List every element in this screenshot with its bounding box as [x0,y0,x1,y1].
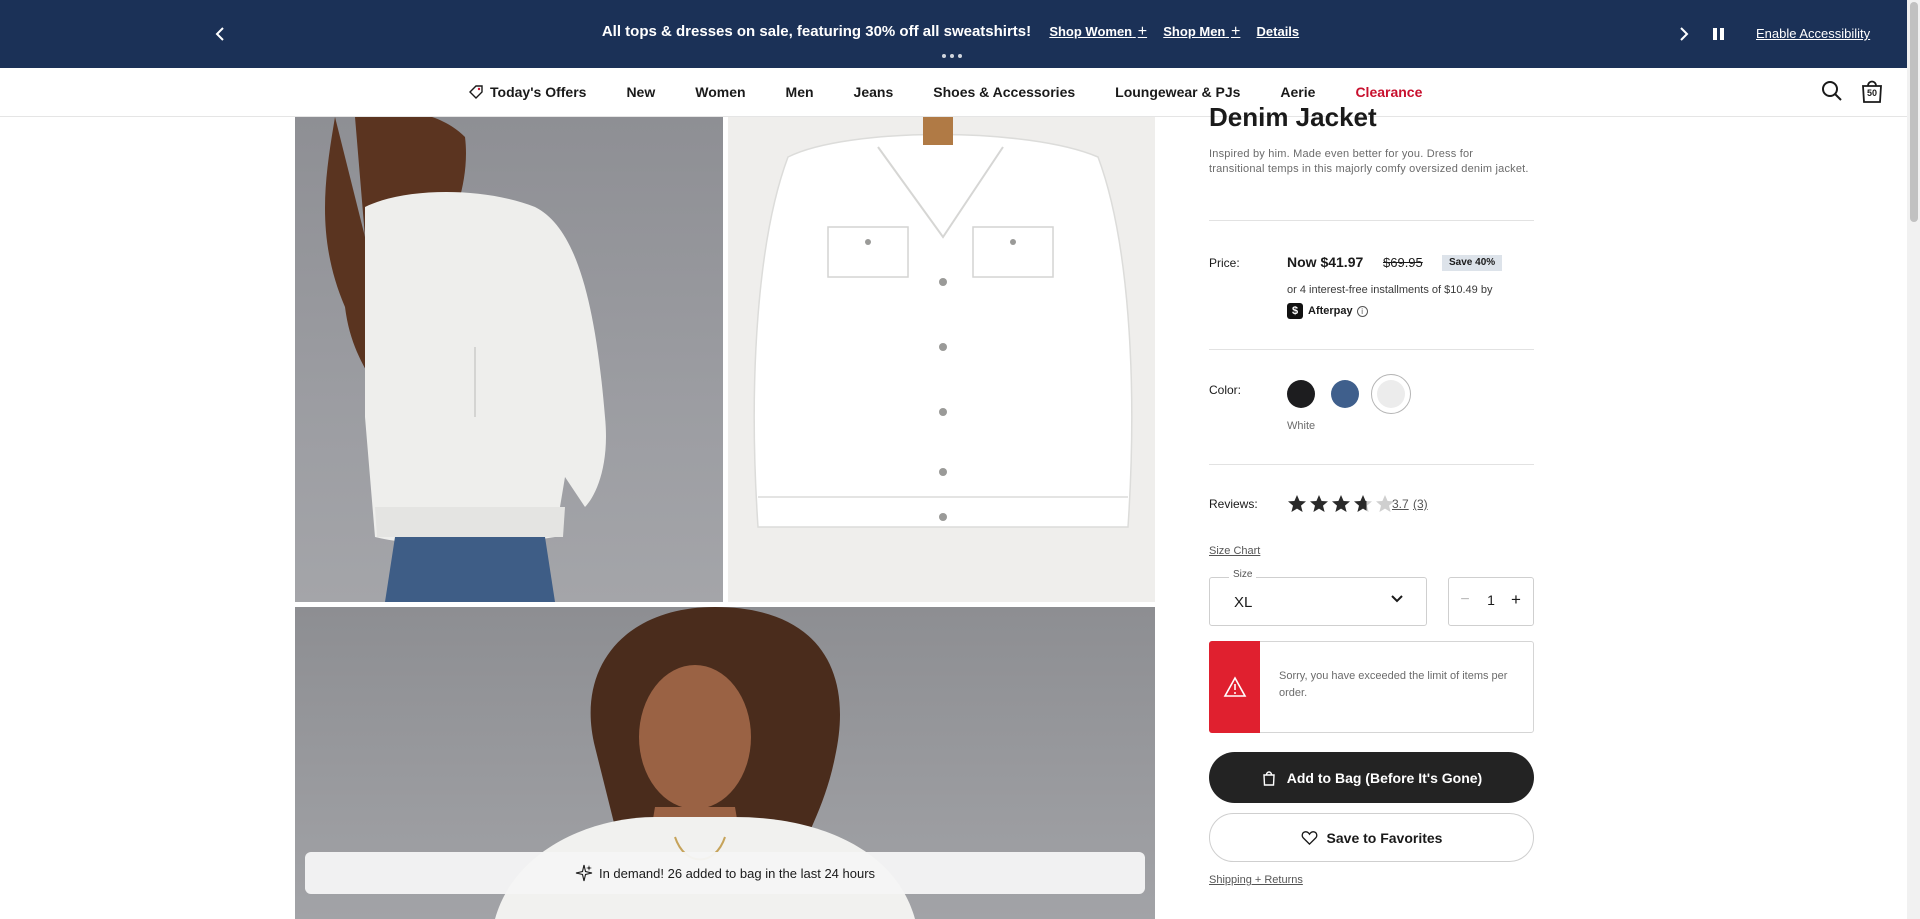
promo-text: All tops & dresses on sale, featuring 30… [601,23,1032,40]
jacket-front-illustration [728,117,1155,602]
save-badge: Save 40% [1442,255,1503,271]
star-icon [1332,495,1350,512]
nav-item-men[interactable]: Men [786,84,814,100]
quantity-decrease-button[interactable]: − [1457,591,1473,609]
save-to-favorites-label: Save to Favorites [1326,829,1443,846]
review-count[interactable]: (3) [1413,497,1428,511]
carousel-dot[interactable] [950,54,954,58]
size-chart-link[interactable]: Size Chart [1209,545,1260,557]
product-title: Denim Jacket [1209,102,1377,132]
shipping-returns-link[interactable]: Shipping + Returns [1209,874,1303,886]
add-to-bag-button[interactable]: Add to Bag (Before It's Gone) [1209,752,1534,803]
price-was: $69.95 [1383,255,1423,270]
product-description: Inspired by him. Made even better for yo… [1209,148,1529,175]
shopping-bag-button[interactable]: 50 [1859,78,1885,104]
nav-item-todays-offers[interactable]: Today's Offers [468,84,586,100]
divider [1209,464,1534,465]
size-value: XL [1234,594,1253,611]
product-image-back[interactable] [295,117,723,602]
divider [1209,349,1534,350]
promo-carousel-dots [942,54,962,58]
pause-icon [1712,28,1717,40]
product-image-front[interactable] [728,117,1155,602]
heart-icon [1301,831,1317,846]
nav-item-shoes-accessories[interactable]: Shoes & Accessories [933,84,1075,100]
color-swatch-blue[interactable] [1331,380,1359,408]
chevron-down-icon [1391,595,1403,603]
in-demand-banner: In demand! 26 added to bag in the last 2… [305,852,1145,894]
warning-icon [1223,676,1246,697]
plus-icon: + [1231,23,1241,40]
shop-men-link[interactable]: Shop Men + [1163,23,1241,40]
divider [1209,220,1534,221]
bag-count: 50 [1866,88,1877,98]
search-icon[interactable] [1820,79,1844,103]
color-swatch-black[interactable] [1287,380,1315,408]
promo-message: All tops & dresses on sale, featuring 30… [0,23,1907,41]
error-message: Sorry, you have exceeded the limit of it… [1279,670,1508,699]
scrollbar[interactable] [1907,0,1920,919]
main-navigation: Today's Offers New Women Men Jeans Shoes… [0,68,1907,117]
price-label: Price: [1209,256,1240,270]
in-demand-text: In demand! 26 added to bag in the last 2… [598,865,876,881]
chevron-right-icon [1680,27,1689,41]
selected-color-name: White [1287,420,1316,432]
details-link[interactable]: Details [1257,24,1300,39]
promo-next-button[interactable] [1672,22,1696,46]
price-now: Now $41.97 [1287,254,1364,270]
shop-men-label: Shop Men [1163,24,1226,39]
star-icon [1288,495,1306,512]
afterpay-icon: $ [1287,303,1303,319]
nav-item-loungewear-pjs[interactable]: Loungewear & PJs [1115,84,1240,100]
afterpay-brand: Afterpay [1308,305,1353,317]
shop-women-label: Shop Women [1049,24,1133,39]
nav-item-women[interactable]: Women [695,84,745,100]
review-score[interactable]: 3.7 [1392,497,1409,511]
star-icon [1354,495,1372,512]
quantity-value[interactable]: 1 [1484,592,1498,608]
carousel-dot[interactable] [958,54,962,58]
nav-item-new[interactable]: New [626,84,655,100]
afterpay-installments: or 4 interest-free installments of $10.4… [1287,284,1493,296]
jacket-back-illustration [325,117,606,602]
scrollbar-thumb[interactable] [1910,2,1918,222]
tag-icon [469,85,483,99]
size-legend: Size [1229,569,1257,580]
rating-stars[interactable] [1287,494,1397,514]
add-to-bag-label: Add to Bag (Before It's Gone) [1286,769,1483,786]
reviews-label: Reviews: [1209,497,1258,511]
quantity-increase-button[interactable]: + [1508,590,1524,609]
sparkle-icon [575,864,593,882]
error-indicator [1209,641,1260,733]
nav-item-label: Today's Offers [490,84,587,100]
enable-accessibility-link[interactable]: Enable Accessibility [1756,26,1870,41]
pause-button[interactable] [1708,24,1728,44]
star-icon [1310,495,1328,512]
afterpay-logo[interactable]: $ Afterpay i [1287,303,1368,319]
promo-bar: All tops & dresses on sale, featuring 30… [0,0,1907,68]
nav-item-clearance[interactable]: Clearance [1355,84,1422,100]
color-label: Color: [1209,383,1242,397]
carousel-dot[interactable] [942,54,946,58]
shop-women-link[interactable]: Shop Women + [1049,23,1148,40]
nav-item-aerie[interactable]: Aerie [1280,84,1315,100]
save-to-favorites-button[interactable]: Save to Favorites [1209,813,1534,862]
pause-icon-bar [1719,28,1724,40]
bag-icon [1263,770,1275,786]
nav-item-jeans[interactable]: Jeans [854,84,894,100]
color-swatch-white[interactable] [1377,380,1405,408]
info-icon[interactable]: i [1356,305,1368,317]
plus-icon: + [1137,23,1148,40]
